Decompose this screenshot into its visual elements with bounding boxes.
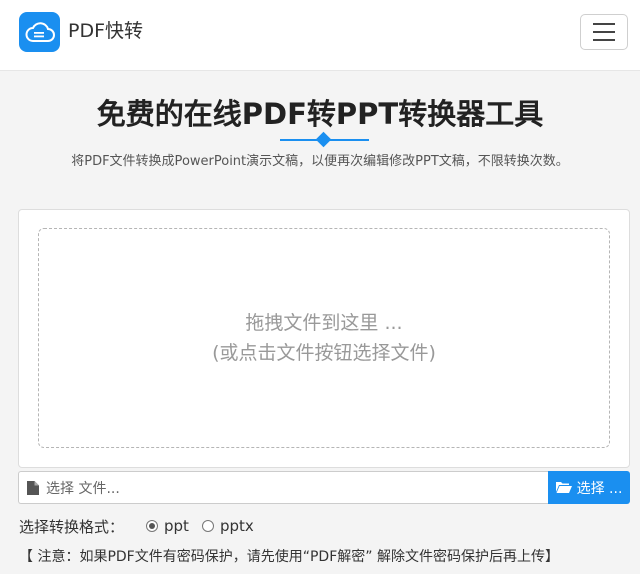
dropzone-hint: (或点击文件按钮选择文件)	[212, 342, 436, 364]
browse-button-label: 选择 ...	[576, 480, 623, 497]
brand-name[interactable]: PDF快转	[68, 19, 143, 43]
page-title: 免费的在线PDF转PPT转换器工具	[96, 97, 544, 131]
format-option-ppt[interactable]: ppt	[146, 517, 189, 535]
format-label: 选择转换格式：	[19, 517, 125, 536]
menu-toggle-button[interactable]	[580, 14, 628, 50]
radio-ppt[interactable]	[146, 520, 159, 532]
file-dropzone[interactable]: 拖拽文件到这里 ... (或点击文件按钮选择文件)	[38, 228, 610, 448]
password-notice: 【 注意：如果PDF文件有密码保护，请先使用“PDF解密” 解除文件密码保护后再…	[19, 549, 559, 565]
format-option-label: ppt	[164, 517, 189, 535]
page-subtitle: 将PDF文件转换成PowerPoint演示文稿，以便再次编辑修改PPT文稿，不限…	[71, 154, 569, 169]
format-option-pptx[interactable]: pptx	[201, 517, 254, 535]
radio-pptx[interactable]	[201, 520, 214, 532]
file-path-field[interactable]: 选择 文件...	[18, 471, 548, 504]
upload-panel: 拖拽文件到这里 ... (或点击文件按钮选择文件)	[18, 209, 630, 468]
folder-open-icon	[555, 482, 572, 493]
logo[interactable]	[19, 12, 60, 52]
title-divider	[280, 131, 369, 148]
file-path-placeholder: 选择 文件...	[46, 480, 120, 497]
navbar: PDF快转	[0, 0, 640, 71]
file-input-group: 选择 文件... 选择 ...	[18, 471, 630, 504]
diamond-icon	[315, 131, 332, 148]
browse-button[interactable]: 选择 ...	[548, 471, 630, 504]
format-selector: 选择转换格式： ppt pptx	[19, 515, 267, 537]
cloud-file-icon	[25, 22, 55, 42]
dropzone-title: 拖拽文件到这里 ...	[245, 312, 403, 334]
file-icon	[27, 480, 39, 495]
hamburger-menu-icon	[593, 23, 615, 25]
format-option-label: pptx	[219, 517, 254, 535]
